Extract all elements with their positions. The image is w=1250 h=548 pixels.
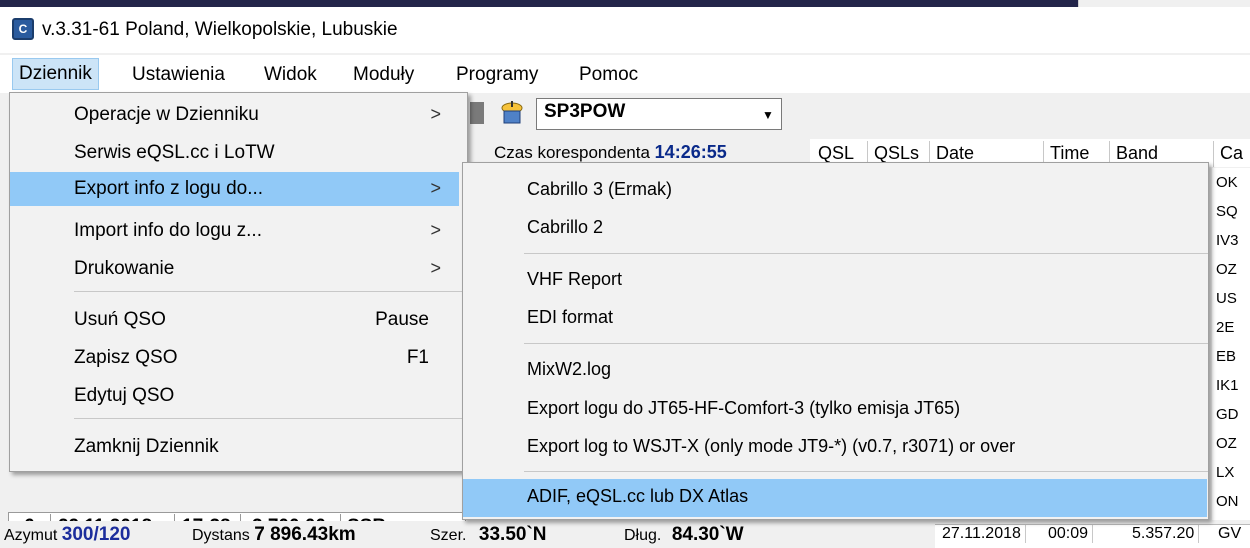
menu-item-import[interactable]: Import info do logu z... > bbox=[10, 214, 459, 248]
latitude: Szer. 33.50`N bbox=[430, 524, 547, 546]
submenu-item-label: MixW2.log bbox=[527, 359, 612, 379]
log-cell-call[interactable]: OZ bbox=[1216, 435, 1237, 452]
menu-separator bbox=[524, 471, 1208, 472]
longitude-label: Dług. bbox=[624, 527, 662, 544]
app-logo-icon: C bbox=[12, 18, 34, 40]
menu-separator bbox=[74, 418, 464, 419]
menu-item-usun-qso[interactable]: Usuń QSO Pause bbox=[10, 303, 459, 337]
log-cell-band: 5.357.20 bbox=[1128, 525, 1200, 543]
submenu-item-label: EDI format bbox=[527, 307, 614, 327]
antenna-icon[interactable] bbox=[497, 99, 527, 127]
menu-item-zamknij[interactable]: Zamknij Dziennik bbox=[10, 430, 459, 464]
submenu-arrow-icon: > bbox=[430, 220, 441, 240]
menu-separator bbox=[524, 253, 1208, 254]
menu-item-export[interactable]: Export info z logu do... > bbox=[10, 172, 459, 206]
submenu-item-jt65[interactable]: Export logu do JT65-HF-Comfort-3 (tylko … bbox=[463, 391, 1207, 427]
longitude: Dług. 84.30`W bbox=[624, 524, 744, 546]
submenu-item-label: ADIF, eQSL.cc lub DX Atlas bbox=[527, 486, 749, 506]
distance-value: 7 896.43km bbox=[254, 524, 356, 545]
correspondent-time-value: 14:26:55 bbox=[654, 142, 727, 162]
menu-programy[interactable]: Programy bbox=[450, 61, 544, 89]
log-cell-call[interactable]: GD bbox=[1216, 406, 1239, 423]
log-cell-call[interactable]: EB bbox=[1216, 348, 1236, 365]
log-cell-call[interactable]: SQ bbox=[1216, 203, 1238, 220]
submenu-item-label: Export log to WSJT-X (only mode JT9-*) (… bbox=[527, 436, 1016, 456]
submenu-item-label: Cabrillo 2 bbox=[527, 217, 604, 237]
submenu-item-cabrillo3[interactable]: Cabrillo 3 (Ermak) bbox=[463, 172, 1207, 208]
log-cell-call[interactable]: 2E bbox=[1216, 319, 1234, 336]
menu-item-label: Import info do logu z... bbox=[74, 220, 262, 241]
submenu-item-wsjtx[interactable]: Export log to WSJT-X (only mode JT9-*) (… bbox=[463, 429, 1207, 465]
menu-widok[interactable]: Widok bbox=[258, 61, 323, 89]
menu-item-label: Serwis eQSL.cc i LoTW bbox=[74, 142, 275, 163]
log-cell-call[interactable]: LX bbox=[1216, 464, 1234, 481]
menu-item-label: Edytuj QSO bbox=[74, 385, 175, 406]
menu-item-label: Zamknij Dziennik bbox=[74, 436, 219, 457]
submenu-item-label: Export logu do JT65-HF-Comfort-3 (tylko … bbox=[527, 398, 961, 418]
menu-separator bbox=[524, 343, 1208, 344]
submenu-item-label: VHF Report bbox=[527, 269, 623, 289]
window-title: v.3.31-61 Poland, Wielkopolskie, Lubuski… bbox=[42, 19, 398, 40]
submenu-item-mixw2[interactable]: MixW2.log bbox=[463, 352, 1207, 388]
menu-ustawienia[interactable]: Ustawienia bbox=[126, 61, 231, 89]
log-cell-date: 27.11.2018 bbox=[938, 525, 1026, 543]
menu-moduly[interactable]: Moduły bbox=[347, 61, 420, 89]
submenu-item-vhf-report[interactable]: VHF Report bbox=[463, 262, 1207, 298]
longitude-value: 84.30`W bbox=[671, 524, 744, 545]
menu-item-label: Drukowanie bbox=[74, 258, 175, 279]
menu-item-zapisz-qso[interactable]: Zapisz QSO F1 bbox=[10, 341, 459, 375]
azimuth-label: Azymut bbox=[4, 527, 58, 544]
log-cell-call[interactable]: US bbox=[1216, 290, 1237, 307]
submenu-item-cabrillo2[interactable]: Cabrillo 2 bbox=[463, 210, 1207, 246]
correspondent-time-label: Czas korespondenta bbox=[494, 143, 650, 162]
menu-item-eqsl-lotw[interactable]: Serwis eQSL.cc i LoTW bbox=[10, 136, 459, 170]
menu-item-label: Zapisz QSO bbox=[74, 347, 178, 368]
log-cell-call[interactable]: OK bbox=[1216, 174, 1238, 191]
log-cell-call[interactable]: OZ bbox=[1216, 261, 1237, 278]
submenu-arrow-icon: > bbox=[430, 178, 441, 198]
submenu-arrow-icon: > bbox=[430, 258, 441, 278]
callsign-value: SP3POW bbox=[544, 101, 626, 122]
submenu-arrow-icon: > bbox=[430, 104, 441, 124]
submenu-item-edi-format[interactable]: EDI format bbox=[463, 300, 1207, 336]
menu-item-label: Export info z logu do... bbox=[74, 178, 264, 199]
submenu-item-label: Cabrillo 3 (Ermak) bbox=[527, 179, 673, 199]
submenu-item-adif[interactable]: ADIF, eQSL.cc lub DX Atlas bbox=[463, 479, 1207, 517]
log-cell-call[interactable]: ON bbox=[1216, 493, 1239, 510]
menu-item-operacje[interactable]: Operacje w Dzienniku > bbox=[10, 98, 459, 132]
menu-item-edytuj-qso[interactable]: Edytuj QSO bbox=[10, 379, 459, 413]
menu-item-drukowanie[interactable]: Drukowanie > bbox=[10, 252, 459, 286]
menu-dziennik[interactable]: Dziennik bbox=[12, 58, 99, 90]
latitude-value: 33.50`N bbox=[478, 524, 547, 545]
toolbar-separator bbox=[470, 102, 484, 124]
menu-pomoc[interactable]: Pomoc bbox=[573, 61, 644, 89]
menu-item-shortcut: Pause bbox=[375, 309, 429, 330]
distance-label: Dystans bbox=[192, 527, 250, 544]
azimuth: Azymut 300/120 bbox=[4, 524, 130, 546]
menu-item-label: Operacje w Dzienniku bbox=[74, 104, 259, 125]
distance: Dystans 7 896.43km bbox=[192, 524, 356, 546]
column-header-call[interactable]: Ca bbox=[1214, 141, 1250, 167]
log-cell-call[interactable]: IK1 bbox=[1216, 377, 1239, 394]
menu-separator bbox=[74, 291, 464, 292]
log-cell-time: 00:09 bbox=[1044, 525, 1094, 543]
menu-item-shortcut: F1 bbox=[406, 347, 429, 368]
log-cell-call: GV bbox=[1218, 525, 1242, 542]
chevron-down-icon[interactable]: ▼ bbox=[756, 102, 780, 128]
latitude-label: Szer. bbox=[430, 527, 467, 544]
log-cell-call[interactable]: IV3 bbox=[1216, 232, 1239, 249]
menu-item-label: Usuń QSO bbox=[74, 309, 166, 330]
azimuth-value: 300/120 bbox=[61, 524, 131, 545]
